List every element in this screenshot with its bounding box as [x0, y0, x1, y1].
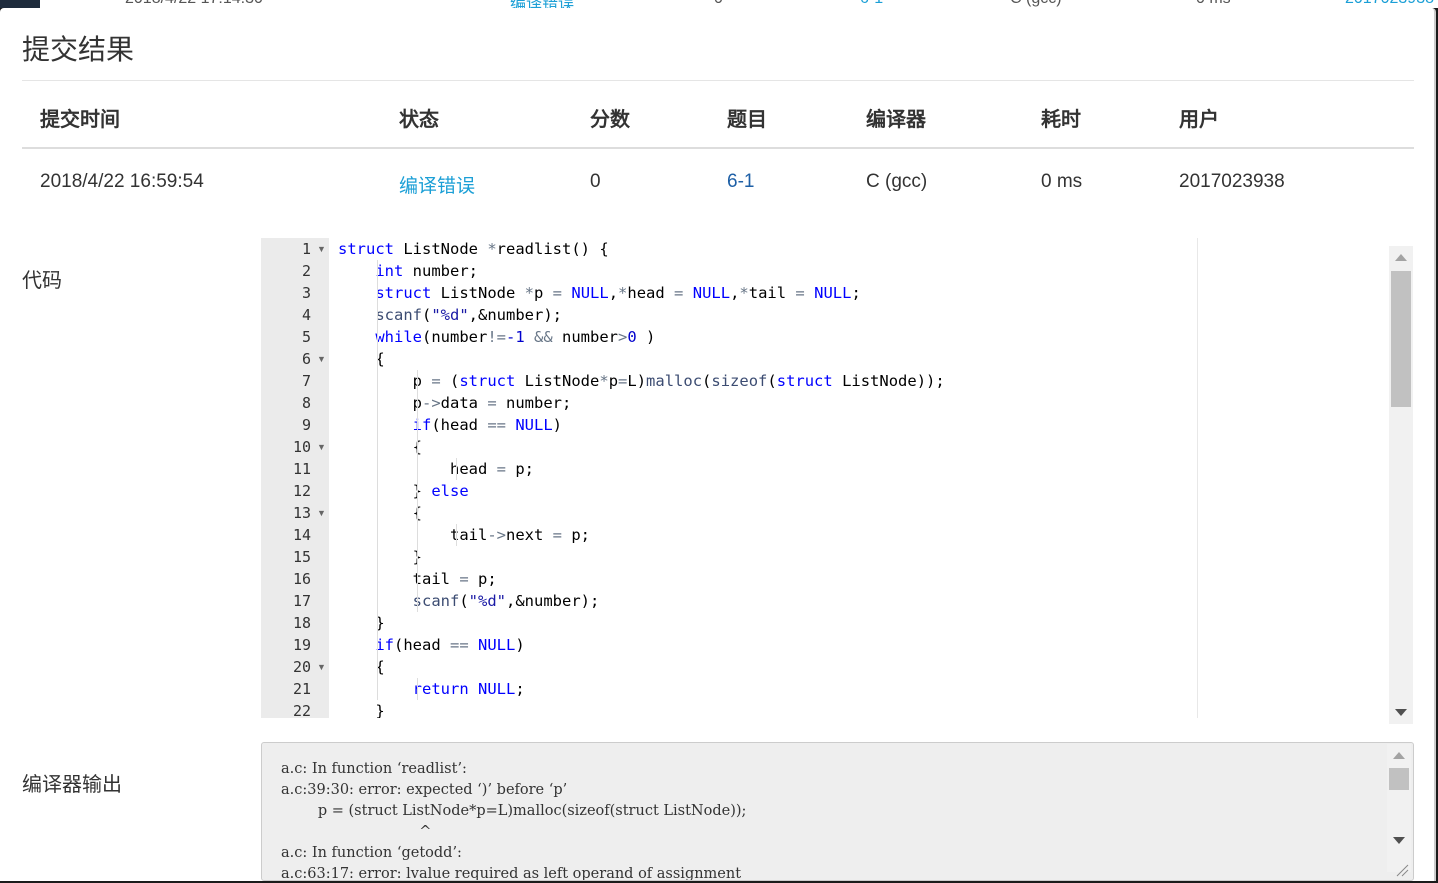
problem-link[interactable]: 6-1	[727, 171, 754, 193]
code-editor[interactable]: 1 ▼ 2 3 4 5 6 ▼ 7 8 9 10 ▼ 11 12 13 ▼ 14 15 16 17 18 19 20 ▼ 21 22…	[261, 238, 1414, 718]
scrollbar-thumb[interactable]	[1389, 768, 1409, 790]
code-scrollbar[interactable]	[1389, 246, 1413, 724]
resize-grip-icon[interactable]	[1393, 861, 1409, 877]
code-line: int number;	[375, 262, 478, 280]
bg-compiler: C (gcc)	[1010, 0, 1062, 8]
line-number: 9	[301, 416, 311, 434]
code-line: return NULL;	[412, 680, 525, 698]
code-label: 代码	[22, 270, 62, 292]
background-table-row: 2018/4/22 17:14:30 编译错误 0 6-1 C (gcc) 0 …	[0, 0, 1438, 8]
table-row: 2018/4/22 16:59:54 编译错误 0 6-1 C (gcc) 0 …	[22, 149, 1414, 215]
line-number: 12	[292, 482, 311, 500]
result-table: 提交时间 状态 分数 题目 编译器 耗时 用户 2018/4/22 16:59:…	[22, 81, 1414, 215]
fold-arrow-icon[interactable]: ▼	[317, 238, 326, 260]
time-cost-value: 0 ms	[1041, 171, 1083, 192]
line-number: 7	[301, 372, 311, 390]
fold-arrow-icon[interactable]: ▼	[317, 436, 326, 458]
line-number: 4	[301, 306, 311, 324]
bg-score: 0	[714, 0, 723, 8]
line-number: 5	[301, 328, 311, 346]
bg-status: 编译错误	[510, 0, 574, 8]
fold-arrow-icon[interactable]: ▼	[317, 348, 326, 370]
compiler-output-label: 编译器输出	[22, 774, 122, 796]
code-line: } else	[338, 482, 469, 500]
fold-arrow-icon[interactable]: ▼	[317, 656, 326, 678]
line-number: 13	[292, 504, 311, 522]
submit-time: 2018/4/22 16:59:54	[40, 171, 204, 192]
header-compiler: 编译器	[866, 109, 926, 131]
code-line: p = (struct ListNode*p=L)malloc(sizeof(s…	[338, 372, 945, 390]
header-status: 状态	[399, 109, 439, 131]
line-number: 2	[301, 262, 311, 280]
scroll-down-arrow-icon[interactable]	[1393, 837, 1405, 844]
line-number: 6	[301, 350, 311, 368]
indent-guide	[456, 458, 458, 480]
header-user: 用户	[1179, 109, 1219, 131]
bg-user: 2017023938	[1345, 0, 1434, 8]
code-line: head = p;	[449, 460, 534, 478]
line-number: 17	[292, 592, 311, 610]
table-header-row: 提交时间 状态 分数 题目 编译器 耗时 用户	[22, 81, 1414, 149]
code-line: }	[338, 702, 385, 718]
background-page-strip: 2018/4/22 17:14:30 编译错误 0 6-1 C (gcc) 0 …	[0, 0, 1438, 8]
compiler-output-box[interactable]: a.c: In function ‘readlist’: a.c:39:30: …	[261, 742, 1414, 881]
line-number-gutter: 1 ▼ 2 3 4 5 6 ▼ 7 8 9 10 ▼ 11 12 13 ▼ 14 15 16 17 18 19 20 ▼ 21 22	[261, 238, 329, 718]
line-number: 15	[292, 548, 311, 566]
scroll-up-arrow-icon[interactable]	[1395, 254, 1407, 261]
line-number: 3	[301, 284, 311, 302]
status-link[interactable]: 编译错误	[399, 171, 475, 198]
line-number: 14	[292, 526, 311, 544]
header-problem: 题目	[727, 109, 767, 131]
code-line: scanf("%d",&number);	[375, 306, 562, 324]
line-number: 20	[292, 658, 311, 676]
header-submit-time: 提交时间	[40, 109, 120, 131]
line-number: 19	[292, 636, 311, 654]
print-margin	[1197, 238, 1198, 718]
compiler-value: C (gcc)	[866, 171, 928, 192]
line-number: 22	[292, 702, 311, 718]
line-number: 16	[292, 570, 311, 588]
bg-problem: 6-1	[860, 0, 883, 8]
code-line: {	[338, 438, 422, 456]
line-number: 8	[301, 394, 311, 412]
output-scrollbar[interactable]	[1387, 744, 1411, 872]
code-line: tail->next = p;	[338, 526, 590, 544]
indent-guide	[456, 524, 458, 546]
indent-guide	[416, 678, 418, 700]
scroll-up-arrow-icon[interactable]	[1393, 752, 1405, 759]
code-line: struct ListNode *p = NULL,*head = NULL,*…	[375, 284, 861, 302]
bg-time-cost: 0 ms	[1196, 0, 1231, 8]
line-number: 21	[292, 680, 311, 698]
header-time-cost: 耗时	[1041, 109, 1081, 131]
code-line: p->data = number;	[338, 394, 572, 412]
code-line: while(number!=-1 && number>0 )	[375, 328, 656, 346]
header-score: 分数	[590, 109, 630, 131]
indent-guide	[377, 260, 379, 700]
code-line: {	[338, 504, 422, 522]
modal-title: 提交结果	[22, 34, 135, 65]
line-number: 10	[292, 438, 311, 456]
code-line: if(head == NULL)	[412, 416, 563, 434]
code-line: if(head == NULL)	[375, 636, 525, 654]
code-line: struct ListNode *readlist() {	[338, 240, 609, 258]
scroll-down-arrow-icon[interactable]	[1395, 709, 1407, 716]
line-number: 11	[292, 460, 311, 478]
code-area[interactable]: struct ListNode *readlist() { int number…	[329, 238, 1389, 718]
user-value: 2017023938	[1179, 171, 1285, 192]
bg-time: 2018/4/22 17:14:30	[125, 0, 263, 8]
fold-arrow-icon[interactable]: ▼	[317, 502, 326, 524]
score-value: 0	[590, 171, 601, 192]
line-number: 1	[301, 240, 311, 258]
submission-result-modal: 提交结果 提交时间 状态 分数 题目 编译器 耗时 用户 2018/4/22 1…	[0, 8, 1436, 881]
indent-guide	[416, 370, 418, 612]
code-line: }	[338, 548, 422, 566]
line-number: 18	[292, 614, 311, 632]
compiler-output-text: a.c: In function ‘readlist’: a.c:39:30: …	[281, 761, 747, 881]
scrollbar-thumb[interactable]	[1391, 271, 1411, 407]
